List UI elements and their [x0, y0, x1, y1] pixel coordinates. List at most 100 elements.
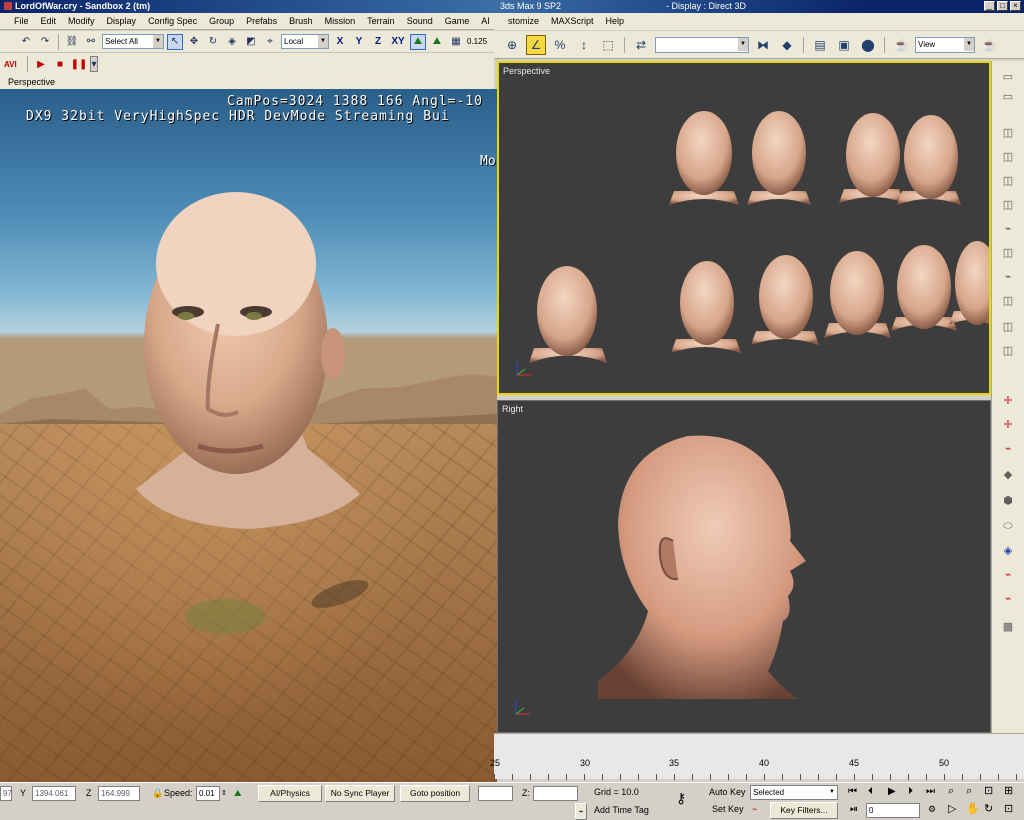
lock-icon[interactable]: 🔒	[152, 786, 163, 801]
max-timeline[interactable]: 25 30 35 40 45 50	[490, 733, 1024, 780]
torus-icon[interactable]: ⌁	[999, 219, 1017, 237]
snap-3d-icon[interactable]: ⊕	[502, 35, 522, 55]
next-frame-icon[interactable]: ⏵	[908, 784, 913, 799]
select-terrain-icon[interactable]: ◩	[243, 34, 259, 50]
modify-panel-icon[interactable]: ▭	[999, 67, 1017, 85]
menu-customize[interactable]: stomize	[502, 13, 545, 30]
curve-editor-icon[interactable]: ▣	[834, 35, 854, 55]
coordinate-system-select[interactable]: Local ▼	[281, 34, 329, 49]
axis-z-button[interactable]: Z	[370, 36, 386, 47]
named-selection-icon[interactable]: ⬚	[598, 35, 618, 55]
link-icon[interactable]: ⛓	[64, 34, 80, 50]
render-view-select[interactable]: View ▼	[915, 36, 975, 53]
menu-file[interactable]: File	[8, 13, 35, 30]
menu-modify[interactable]: Modify	[62, 13, 101, 30]
z-coordinate-field[interactable]: 164.999	[98, 786, 140, 801]
key-mode-select[interactable]: Selected ▼	[750, 785, 838, 800]
cube-primitive-icon[interactable]: ◆	[999, 465, 1017, 483]
time-tag-icon[interactable]: ⌁	[575, 803, 587, 820]
key-filters-button[interactable]: Key Filters...	[770, 802, 838, 819]
edit-named-selection-icon[interactable]: ⇄	[631, 35, 651, 55]
menu-mission[interactable]: Mission	[319, 13, 362, 30]
right-viewport-label[interactable]: Right	[502, 404, 523, 414]
sandbox-viewport-label[interactable]: Perspective	[0, 75, 494, 89]
zoom-icon[interactable]: ⌕	[948, 784, 954, 799]
selection-filter-select[interactable]: Select All ▼	[102, 34, 164, 49]
material-editor-icon[interactable]: ⬤	[858, 35, 878, 55]
key-mode-toggle-icon[interactable]: ⏯	[850, 802, 858, 817]
menu-config-spec[interactable]: Config Spec	[142, 13, 203, 30]
cylinder-icon[interactable]: ◫	[999, 147, 1017, 165]
sandbox-viewport[interactable]: CamPos=3024 1388 166 Angl=-10 DX9 32bit …	[0, 89, 497, 782]
named-selection-select[interactable]: ▼	[655, 36, 749, 53]
max-title-bar[interactable]: 3ds Max 9 SP2 - Display : Direct 3D _ □ …	[494, 0, 1024, 13]
record-play-icon[interactable]: ▶	[33, 56, 49, 72]
x-coordinate-field[interactable]: 97	[0, 786, 12, 801]
axis-y-button[interactable]: Y	[351, 36, 367, 47]
max-x-field[interactable]	[478, 786, 513, 801]
speed-stepper-icon[interactable]: ⇕	[221, 786, 227, 801]
no-sync-player-button[interactable]: No Sync Player	[325, 785, 395, 802]
move-icon[interactable]: ✥	[186, 34, 202, 50]
move-gizmo-icon[interactable]: ✛	[999, 391, 1017, 409]
cone-icon[interactable]: ◫	[999, 195, 1017, 213]
pyramid-icon[interactable]: ⌁	[999, 267, 1017, 285]
add-time-tag[interactable]: Add Time Tag	[594, 803, 649, 818]
box-icon[interactable]: ◫	[999, 123, 1017, 141]
scale-gizmo-icon[interactable]: ⌁	[999, 439, 1017, 457]
grid-size-value[interactable]: 0.125	[467, 37, 487, 46]
menu-terrain[interactable]: Terrain	[361, 13, 401, 30]
scale-icon[interactable]: ◈	[224, 34, 240, 50]
maximize-viewport-icon[interactable]: ⊡	[1004, 802, 1013, 817]
bend-modifier-icon[interactable]: ⌁	[999, 565, 1017, 583]
geosphere-icon[interactable]: ◫	[999, 317, 1017, 335]
snap-terrain-icon[interactable]: ⛰	[429, 34, 445, 50]
ai-physics-button[interactable]: AI/Physics	[258, 785, 322, 802]
axis-x-button[interactable]: X	[332, 36, 348, 47]
menu-sound[interactable]: Sound	[401, 13, 439, 30]
sandbox-title-bar[interactable]: LordOfWar.cry - Sandbox 2 (tm)	[0, 0, 494, 13]
set-key-button[interactable]: Set Key	[712, 802, 744, 817]
layer-manager-icon[interactable]: ▤	[810, 35, 830, 55]
grid-icon[interactable]: ▦	[448, 34, 464, 50]
y-coordinate-field[interactable]: 1394.061	[32, 786, 76, 801]
previous-frame-icon[interactable]: ⏴	[868, 784, 873, 799]
rotate-gizmo-icon[interactable]: ✛	[999, 415, 1017, 433]
terrain-follow-icon[interactable]: ⛰	[410, 33, 426, 50]
grid-mesh-icon[interactable]: ◈	[999, 541, 1017, 559]
mirror-icon[interactable]: ⧓	[753, 35, 773, 55]
current-frame-field[interactable]: 0	[866, 803, 920, 818]
hierarchy-panel-icon[interactable]: ▭	[999, 87, 1017, 105]
spinner-snap-icon[interactable]: ↕	[574, 35, 594, 55]
max-right-viewport[interactable]: Right	[497, 400, 991, 733]
cylinder-primitive-icon[interactable]: ⬭	[999, 517, 1017, 535]
goto-start-icon[interactable]: ⏮	[848, 784, 857, 799]
key-icon[interactable]: ⚷	[676, 791, 686, 806]
angle-snap-icon[interactable]: ∠	[526, 34, 546, 55]
teapot-icon[interactable]: ◫	[999, 341, 1017, 359]
sphere-icon[interactable]: ◫	[999, 171, 1017, 189]
menu-group[interactable]: Group	[203, 13, 240, 30]
minimize-icon[interactable]: _	[984, 1, 995, 11]
goto-position-button[interactable]: Goto position	[400, 785, 470, 802]
hex-primitive-icon[interactable]: ⬢	[999, 491, 1017, 509]
snap-object-icon[interactable]: ⌖	[262, 34, 278, 50]
align-icon[interactable]: ◆	[777, 35, 797, 55]
play-icon[interactable]: ▶	[888, 784, 896, 799]
menu-maxscript[interactable]: MAXScript	[545, 13, 600, 30]
goto-end-icon[interactable]: ⏭	[926, 784, 935, 799]
select-arrow-icon[interactable]: ↖	[167, 33, 183, 50]
toolbar-overflow-icon[interactable]: ▾	[90, 56, 98, 72]
menu-edit[interactable]: Edit	[35, 13, 63, 30]
key-curve-icon[interactable]: ⌁	[752, 802, 757, 817]
rotate-icon[interactable]: ↻	[205, 34, 221, 50]
orbit-icon[interactable]: ↻	[984, 802, 993, 817]
uvw-map-icon[interactable]: ▩	[999, 617, 1017, 635]
menu-game[interactable]: Game	[439, 13, 476, 30]
menu-prefabs[interactable]: Prefabs	[240, 13, 283, 30]
max-z-field[interactable]	[533, 786, 578, 801]
auto-key-button[interactable]: Auto Key	[709, 785, 746, 800]
field-of-view-icon[interactable]: ▷	[948, 802, 956, 817]
record-pause-icon[interactable]: ❚❚	[71, 56, 88, 72]
zoom-extents-all-icon[interactable]: ⊞	[1004, 784, 1013, 799]
